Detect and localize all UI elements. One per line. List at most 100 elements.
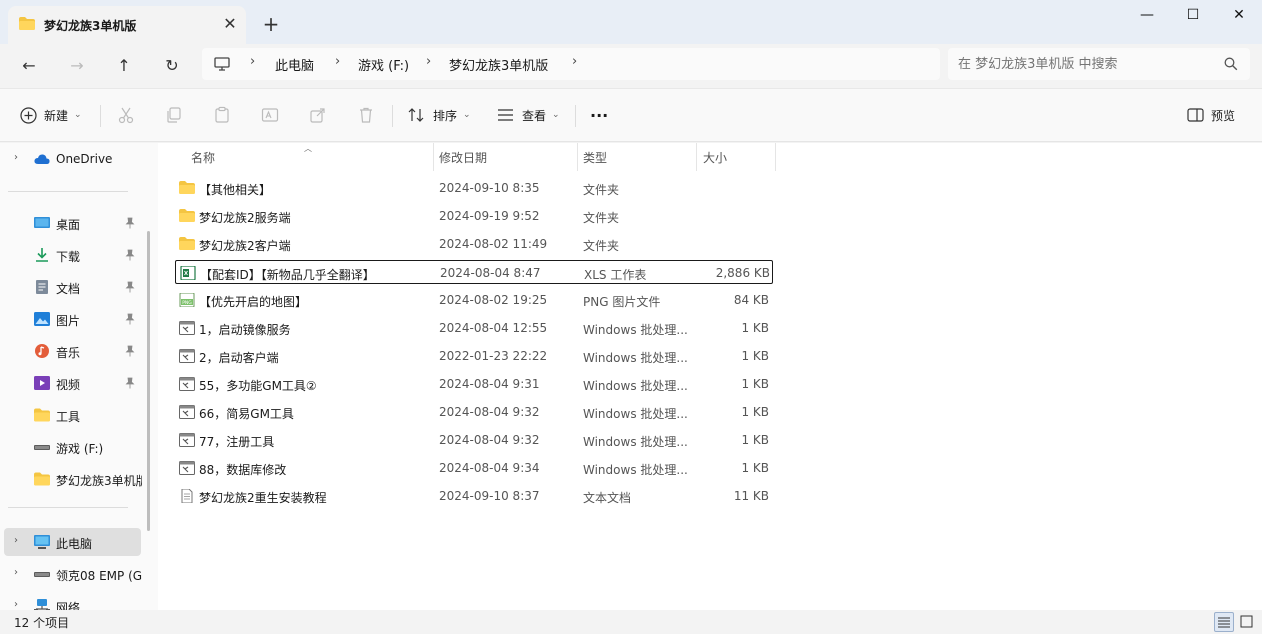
pin-icon[interactable] [125,377,135,389]
breadcrumb-separator[interactable]: › [572,54,577,69]
file-size: 1 KB [741,461,769,475]
cut-icon[interactable] [117,106,135,124]
chevron-right-icon[interactable]: › [14,152,18,163]
pin-icon[interactable] [125,345,135,357]
column-header-name[interactable]: 名称 [191,149,215,166]
sidebar-divider [8,191,128,192]
tab-current[interactable]: 梦幻龙族3单机版 ✕ [8,6,246,44]
search-box[interactable] [948,48,1250,80]
forward-button[interactable]: → [62,52,92,80]
tiles-view-button[interactable] [1237,612,1257,632]
music-icon [35,344,49,358]
sidebar-item-downloads[interactable]: 下载 [4,241,141,269]
file-row[interactable]: 【其他相关】 2024-09-10 8:35 文件夹 [175,176,773,200]
pin-icon[interactable] [125,313,135,325]
column-divider[interactable] [696,143,697,171]
chevron-right-icon[interactable]: › [14,599,18,610]
close-window-button[interactable]: ✕ [1216,0,1262,30]
file-row[interactable]: PNG 【优先开启的地图】 2024-08-02 19:25 PNG 图片文件 84 K… [175,288,773,312]
breadcrumb-separator: › [250,54,256,69]
file-size: 1 KB [741,405,769,419]
paste-icon[interactable] [213,106,231,124]
sidebar-item-desktop[interactable]: 桌面 [4,209,141,237]
sidebar-item-pictures[interactable]: 图片 [4,305,141,333]
close-tab-button[interactable]: ✕ [220,14,240,34]
sidebar-item-network[interactable]: › 网络 [4,592,141,610]
file-row[interactable]: 梦幻龙族2客户端 2024-08-02 11:49 文件夹 [175,232,773,256]
up-button[interactable]: ↑ [109,52,139,80]
toolbar-divider [392,105,393,127]
back-button[interactable]: ← [14,52,44,80]
file-date: 2024-08-02 19:25 [439,293,548,307]
search-icon [1224,57,1238,71]
chevron-down-icon: ⌄ [74,110,82,120]
file-row[interactable]: 梦幻龙族2重生安装教程 2024-09-10 8:37 文本文档 11 KB [175,484,773,508]
column-divider[interactable] [433,143,434,171]
file-row[interactable]: 88，数据库修改 2024-08-04 9:34 Windows 批处理... 1 K… [175,456,773,480]
preview-pane-button[interactable]: 预览 [1187,101,1235,129]
column-header-size[interactable]: 大小 [703,149,727,166]
column-divider[interactable] [577,143,578,171]
sidebar-item-usb-drive[interactable]: › 领克08 EMP (G [4,560,142,588]
sidebar-item-game-drive[interactable]: 游戏 (F:) [4,433,141,461]
drive-icon [34,572,50,577]
batch-icon [179,433,195,447]
file-row[interactable]: 77，注册工具 2024-08-04 9:32 Windows 批处理... 1 KB [175,428,773,452]
pin-icon[interactable] [125,249,135,261]
more-options-button[interactable]: ··· [590,101,608,129]
sidebar-item-onedrive[interactable]: › OneDrive [4,145,141,173]
new-button[interactable]: 新建 ⌄ [20,101,82,129]
file-name: 【其他相关】 [199,183,272,197]
spreadsheet-icon [180,265,196,281]
breadcrumb-this-pc[interactable]: 此电脑 [275,55,314,74]
column-header-date[interactable]: 修改日期 [439,149,487,166]
file-row[interactable]: 2，启动客户端 2022-01-23 22:22 Windows 批处理... 1 K… [175,344,773,368]
search-input[interactable] [958,53,1208,75]
file-type: Windows 批处理... [583,379,688,393]
minimize-button[interactable]: — [1124,0,1170,30]
copy-icon[interactable] [165,106,183,124]
sidebar-item-music[interactable]: 音乐 [4,337,141,365]
sort-button[interactable]: 排序 ⌄ [408,101,471,129]
file-type: Windows 批处理... [583,323,688,337]
pc-icon [34,535,50,549]
breadcrumb-folder[interactable]: 梦幻龙族3单机版 [449,55,548,74]
pin-icon[interactable] [125,281,135,293]
pin-icon[interactable] [125,217,135,229]
file-row[interactable]: 1，启动镜像服务 2024-08-04 12:55 Windows 批处理... 1 … [175,316,773,340]
chevron-right-icon[interactable]: › [14,567,18,578]
picture-icon [34,312,50,326]
rename-icon[interactable] [261,106,279,124]
file-row[interactable]: 66，简易GM工具 2024-08-04 9:32 Windows 批处理... 1 … [175,400,773,424]
address-bar[interactable]: › 此电脑 › 游戏 (F:) › 梦幻龙族3单机版 › [202,48,940,80]
view-button[interactable]: 查看 ⌄ [497,101,560,129]
sidebar-item-videos[interactable]: 视频 [4,369,141,397]
file-row[interactable]: 55，多功能GM工具② 2024-08-04 9:31 Windows 批处理...… [175,372,773,396]
breadcrumb-drive[interactable]: 游戏 (F:) [358,55,409,74]
file-row[interactable]: 梦幻龙族2服务端 2024-09-19 9:52 文件夹 [175,204,773,228]
maximize-button[interactable]: ☐ [1170,0,1216,30]
folder-icon [179,209,195,223]
file-row[interactable]: 【配套ID】【新物品几乎全翻译】 2024-08-04 8:47 XLS 工作表 2,… [175,260,773,284]
share-icon[interactable] [309,106,327,124]
sidebar-item-tools[interactable]: 工具 [4,401,141,429]
column-header-type[interactable]: 类型 [583,149,607,166]
refresh-button[interactable]: ↻ [157,52,187,80]
column-divider[interactable] [775,143,776,171]
new-tab-button[interactable]: + [260,14,282,36]
folder-icon [179,181,195,195]
batch-icon [179,321,195,335]
file-type: 文本文档 [583,491,632,505]
file-type: 文件夹 [583,239,620,253]
sidebar-item-documents[interactable]: 文档 [4,273,141,301]
chevron-right-icon[interactable]: › [14,535,18,546]
file-date: 2024-08-04 9:34 [439,461,540,475]
preview-label: 预览 [1211,108,1236,123]
sidebar-item-this-pc[interactable]: › 此电脑 [4,528,141,556]
details-view-button[interactable] [1214,612,1234,632]
new-label: 新建 [44,108,69,123]
sidebar-item-label: 此电脑 [56,537,93,551]
sidebar-scrollbar[interactable] [147,231,150,531]
delete-icon[interactable] [357,106,375,124]
sidebar-item-game-folder[interactable]: 梦幻龙族3单机版 [4,465,142,493]
